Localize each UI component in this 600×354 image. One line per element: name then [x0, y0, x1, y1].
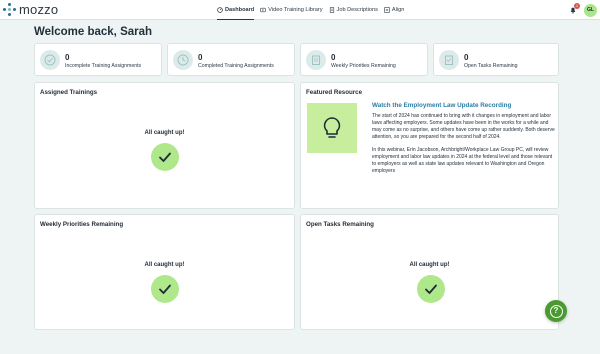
main-nav: Dashboard Video Training Library Job Des…: [217, 0, 404, 20]
caught-up-text: All caught up!: [144, 130, 185, 136]
align-icon: [384, 7, 390, 13]
help-button[interactable]: ?: [545, 300, 567, 322]
open-tasks-card: Open Tasks Remaining All caught up!: [300, 214, 559, 330]
featured-paragraph-1: The start of 2024 has continued to bring…: [372, 113, 555, 140]
checkmark-icon: [417, 275, 445, 303]
card-title: Weekly Priorities Remaining: [40, 221, 124, 228]
logo-text: mozzo: [19, 2, 59, 17]
dashboard-icon: [217, 7, 223, 13]
nav-video-training-library-label: Video Training Library: [268, 7, 323, 13]
nav-dashboard-label: Dashboard: [225, 7, 255, 13]
card-title: Open Tasks Remaining: [306, 221, 374, 228]
stat-label: Open Tasks Remaining: [464, 63, 518, 69]
stat-card-weekly-priorities[interactable]: 0 Weekly Priorities Remaining: [300, 43, 428, 76]
featured-resource-link[interactable]: Watch the Employment Law Update Recordin…: [372, 102, 511, 109]
card-title: Assigned Trainings: [40, 89, 98, 96]
notification-badge: 1: [574, 3, 580, 9]
stat-label: Incomplete Training Assignments: [65, 63, 142, 69]
video-icon: [260, 7, 266, 13]
stat-value: 0: [464, 53, 469, 62]
caught-up-text: All caught up!: [144, 262, 185, 268]
clock-check-icon: [173, 50, 193, 70]
stat-card-incomplete-training[interactable]: 0 Incomplete Training Assignments: [34, 43, 162, 76]
clipboard-icon: [306, 50, 326, 70]
caught-up-text: All caught up!: [409, 262, 450, 268]
help-icon: ?: [549, 304, 563, 318]
tasks-icon: [40, 50, 60, 70]
assigned-trainings-card: Assigned Trainings All caught up!: [34, 82, 295, 209]
checkmark-icon: [151, 275, 179, 303]
lightbulb-icon: [323, 117, 341, 138]
nav-align-label: Align: [391, 7, 405, 13]
stat-value: 0: [65, 53, 70, 62]
stat-card-open-tasks[interactable]: 0 Open Tasks Remaining: [433, 43, 559, 76]
nav-video-training-library[interactable]: Video Training Library: [260, 0, 323, 20]
nav-job-descriptions-label: Job Descriptions: [336, 7, 378, 13]
stat-value: 0: [331, 53, 336, 62]
stat-label: Weekly Priorities Remaining: [331, 63, 396, 69]
logo[interactable]: mozzo: [3, 3, 58, 16]
checklist-icon: [439, 50, 459, 70]
featured-description: The start of 2024 has continued to bring…: [372, 113, 557, 175]
featured-image[interactable]: [307, 103, 357, 153]
checkmark-icon: [151, 143, 179, 171]
card-title: Featured Resource: [306, 89, 363, 96]
stat-card-completed-training[interactable]: 0 Completed Training Assignments: [167, 43, 295, 76]
document-icon: [329, 7, 334, 13]
logo-icon: [3, 3, 16, 16]
avatar[interactable]: GL: [584, 4, 597, 17]
featured-paragraph-2: In this webinar, Erin Jacobson, Archbrig…: [372, 147, 553, 174]
top-navbar: mozzo Dashboard Video Training Library J…: [0, 0, 600, 20]
stat-label: Completed Training Assignments: [198, 63, 274, 69]
nav-job-descriptions[interactable]: Job Descriptions: [329, 0, 378, 20]
nav-align[interactable]: Align: [384, 0, 404, 20]
featured-resource-card: Featured Resource Watch the Employment L…: [300, 82, 559, 209]
stat-value: 0: [198, 53, 203, 62]
weekly-priorities-card: Weekly Priorities Remaining All caught u…: [34, 214, 295, 330]
nav-dashboard[interactable]: Dashboard: [217, 0, 255, 20]
page-title: Welcome back, Sarah: [34, 26, 153, 38]
